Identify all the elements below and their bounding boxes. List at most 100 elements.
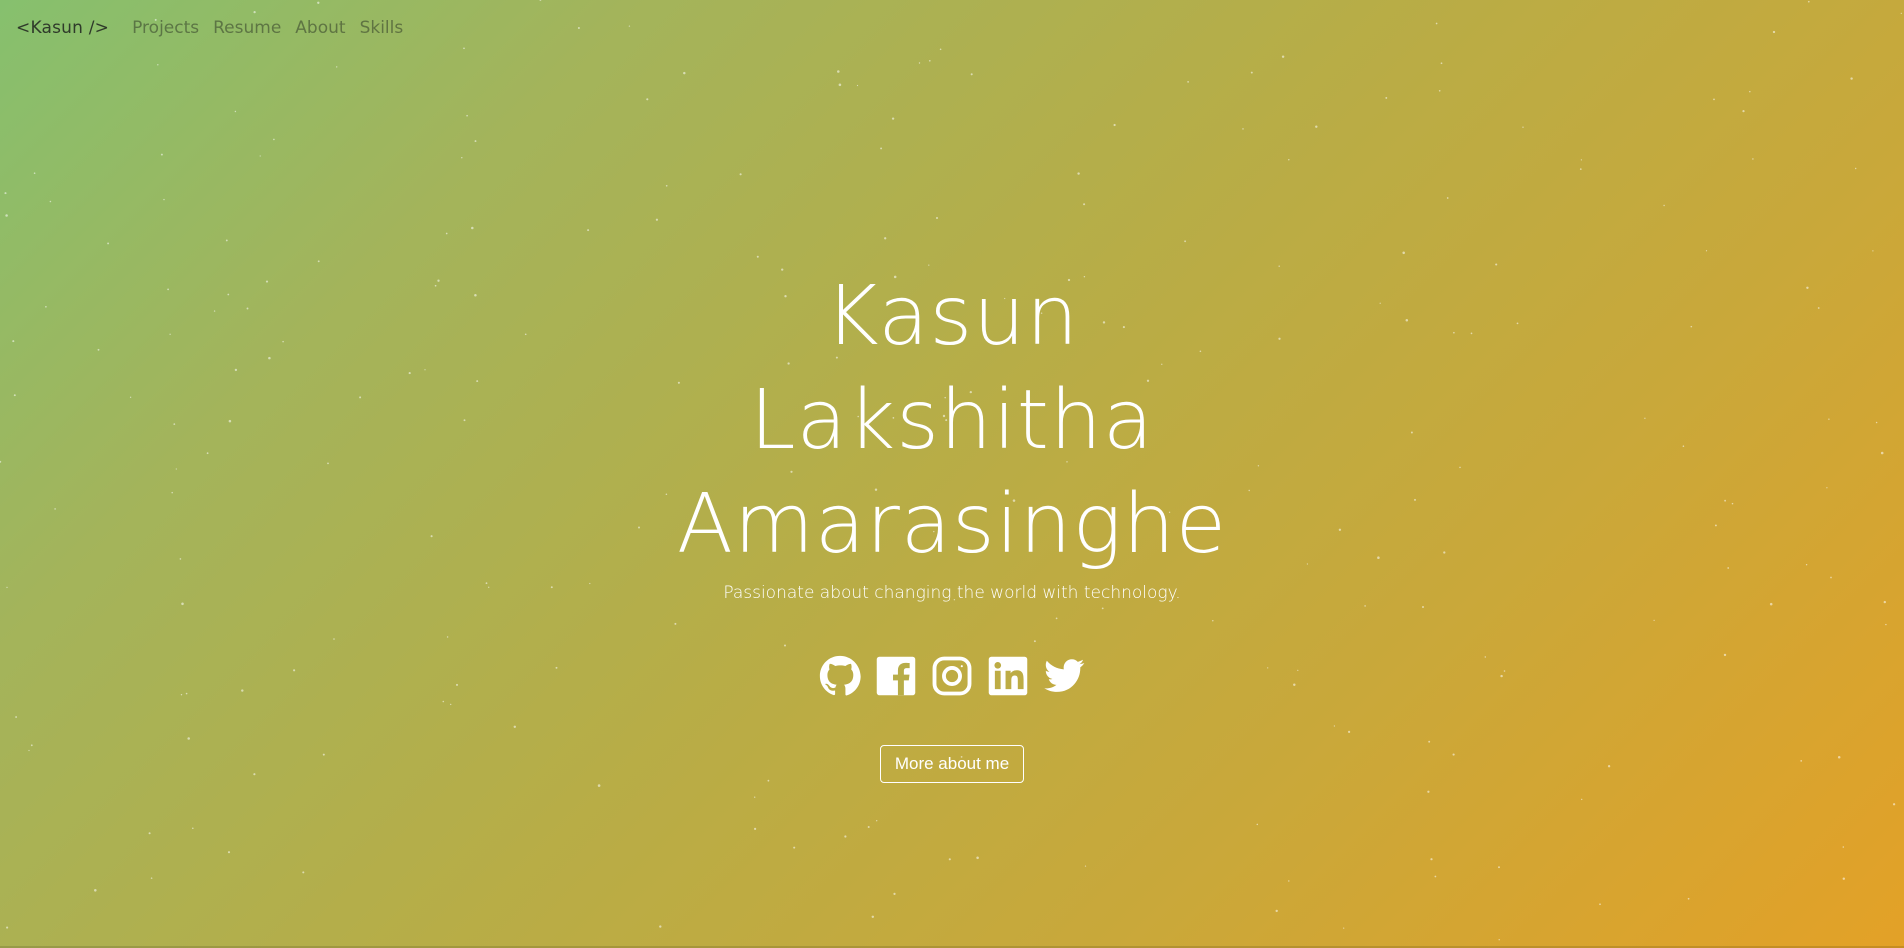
star-dot <box>107 242 110 245</box>
star-dot <box>94 889 97 892</box>
nav-link-skills[interactable]: Skills <box>353 18 411 38</box>
star-dot <box>1077 172 1080 175</box>
star-dot <box>683 71 686 75</box>
star-dot <box>1438 89 1441 92</box>
star-dot <box>867 825 870 829</box>
star-dot <box>1315 125 1318 128</box>
star-dot <box>1663 204 1665 207</box>
star-dot <box>225 239 228 242</box>
star-dot <box>753 827 757 831</box>
star-dot <box>837 70 840 73</box>
star-dot <box>1427 790 1430 793</box>
star-dot <box>234 110 237 113</box>
nav-link-projects[interactable]: Projects <box>125 18 206 38</box>
facebook-icon[interactable] <box>875 655 917 697</box>
star-dot <box>461 157 463 159</box>
star-dot <box>227 851 231 854</box>
star-dot <box>5 214 8 217</box>
star-dot <box>856 84 859 87</box>
star-dot <box>1581 798 1583 801</box>
star-dot <box>163 198 165 201</box>
star-dot <box>1083 203 1086 206</box>
star-dot <box>160 153 163 156</box>
star-dot <box>1187 81 1189 83</box>
star-dot <box>192 827 194 830</box>
star-dot <box>1498 939 1500 941</box>
star-dot <box>844 835 847 838</box>
star-dot <box>1872 250 1874 252</box>
star-dot <box>1288 159 1290 161</box>
twitter-icon[interactable] <box>1043 655 1085 697</box>
star-dot <box>891 117 895 120</box>
star-dot <box>157 64 159 66</box>
star-dot <box>893 892 896 896</box>
star-dot <box>1855 167 1857 170</box>
star-dot <box>1749 90 1751 93</box>
star-dot <box>739 173 742 176</box>
star-dot <box>1687 897 1690 900</box>
star-dot <box>33 172 36 175</box>
star-dot <box>587 229 590 232</box>
star-dot <box>259 155 261 157</box>
star-dot <box>1842 846 1845 848</box>
star-dot <box>793 846 796 849</box>
page: <Kasun /> Projects Resume About Skills K… <box>0 0 1904 948</box>
star-dot <box>1850 77 1853 80</box>
star-dot <box>1705 250 1708 252</box>
star-dot <box>1256 823 1259 826</box>
star-dot <box>1579 168 1582 170</box>
star-dot <box>148 832 151 835</box>
star-dot <box>935 216 939 220</box>
linkedin-icon[interactable] <box>987 655 1029 697</box>
star-dot <box>1242 128 1244 130</box>
star-dot <box>655 218 659 221</box>
star-dot <box>1430 858 1433 861</box>
star-dot <box>1385 96 1388 99</box>
instagram-icon[interactable] <box>931 655 973 697</box>
nav-link-about[interactable]: About <box>288 18 352 38</box>
star-dot <box>918 62 921 64</box>
star-dot <box>1522 126 1524 128</box>
star-dot <box>1084 865 1087 867</box>
star-dot <box>273 138 275 141</box>
nav-link-resume[interactable]: Resume <box>206 18 288 38</box>
hero-tagline: Passionate about changing the world with… <box>723 583 1181 603</box>
star-dot <box>6 926 9 929</box>
star-dot <box>754 796 756 798</box>
star-dot <box>466 114 468 117</box>
star-dot <box>150 877 153 879</box>
nav-links: Projects Resume About Skills <box>125 18 410 38</box>
star-dot <box>1250 71 1253 74</box>
star-dot <box>445 232 448 235</box>
star-dot <box>1599 903 1601 906</box>
star-dot <box>1343 927 1345 929</box>
star-dot <box>1440 62 1443 65</box>
star-dot <box>471 226 474 230</box>
star-dot <box>871 915 875 919</box>
star-dot <box>1184 240 1187 243</box>
star-dot <box>1275 909 1278 913</box>
star-dot <box>1113 123 1116 127</box>
star-dot <box>948 858 951 861</box>
star-dot <box>1713 98 1715 101</box>
brand-logo[interactable]: <Kasun /> <box>16 18 109 38</box>
star-dot <box>1842 877 1846 880</box>
star-dot <box>1288 880 1290 882</box>
star-dot <box>1752 158 1754 160</box>
star-dot <box>1892 803 1896 806</box>
star-dot <box>884 237 887 240</box>
star-dot <box>1580 159 1583 161</box>
star-dot <box>665 184 668 187</box>
star-dot <box>970 73 973 76</box>
star-dot <box>659 925 662 928</box>
star-dot <box>1498 866 1500 869</box>
star-dot <box>317 260 320 263</box>
star-dot <box>880 147 883 150</box>
star-dot <box>1446 197 1449 199</box>
hero-section: Kasun Lakshitha Amarasinghe Passionate a… <box>0 265 1904 783</box>
star-dot <box>838 83 842 87</box>
github-icon[interactable] <box>819 655 861 697</box>
navbar: <Kasun /> Projects Resume About Skills <box>0 0 1904 56</box>
hero-name: Kasun Lakshitha Amarasinghe <box>676 269 1228 572</box>
more-about-me-button[interactable]: More about me <box>879 745 1025 783</box>
